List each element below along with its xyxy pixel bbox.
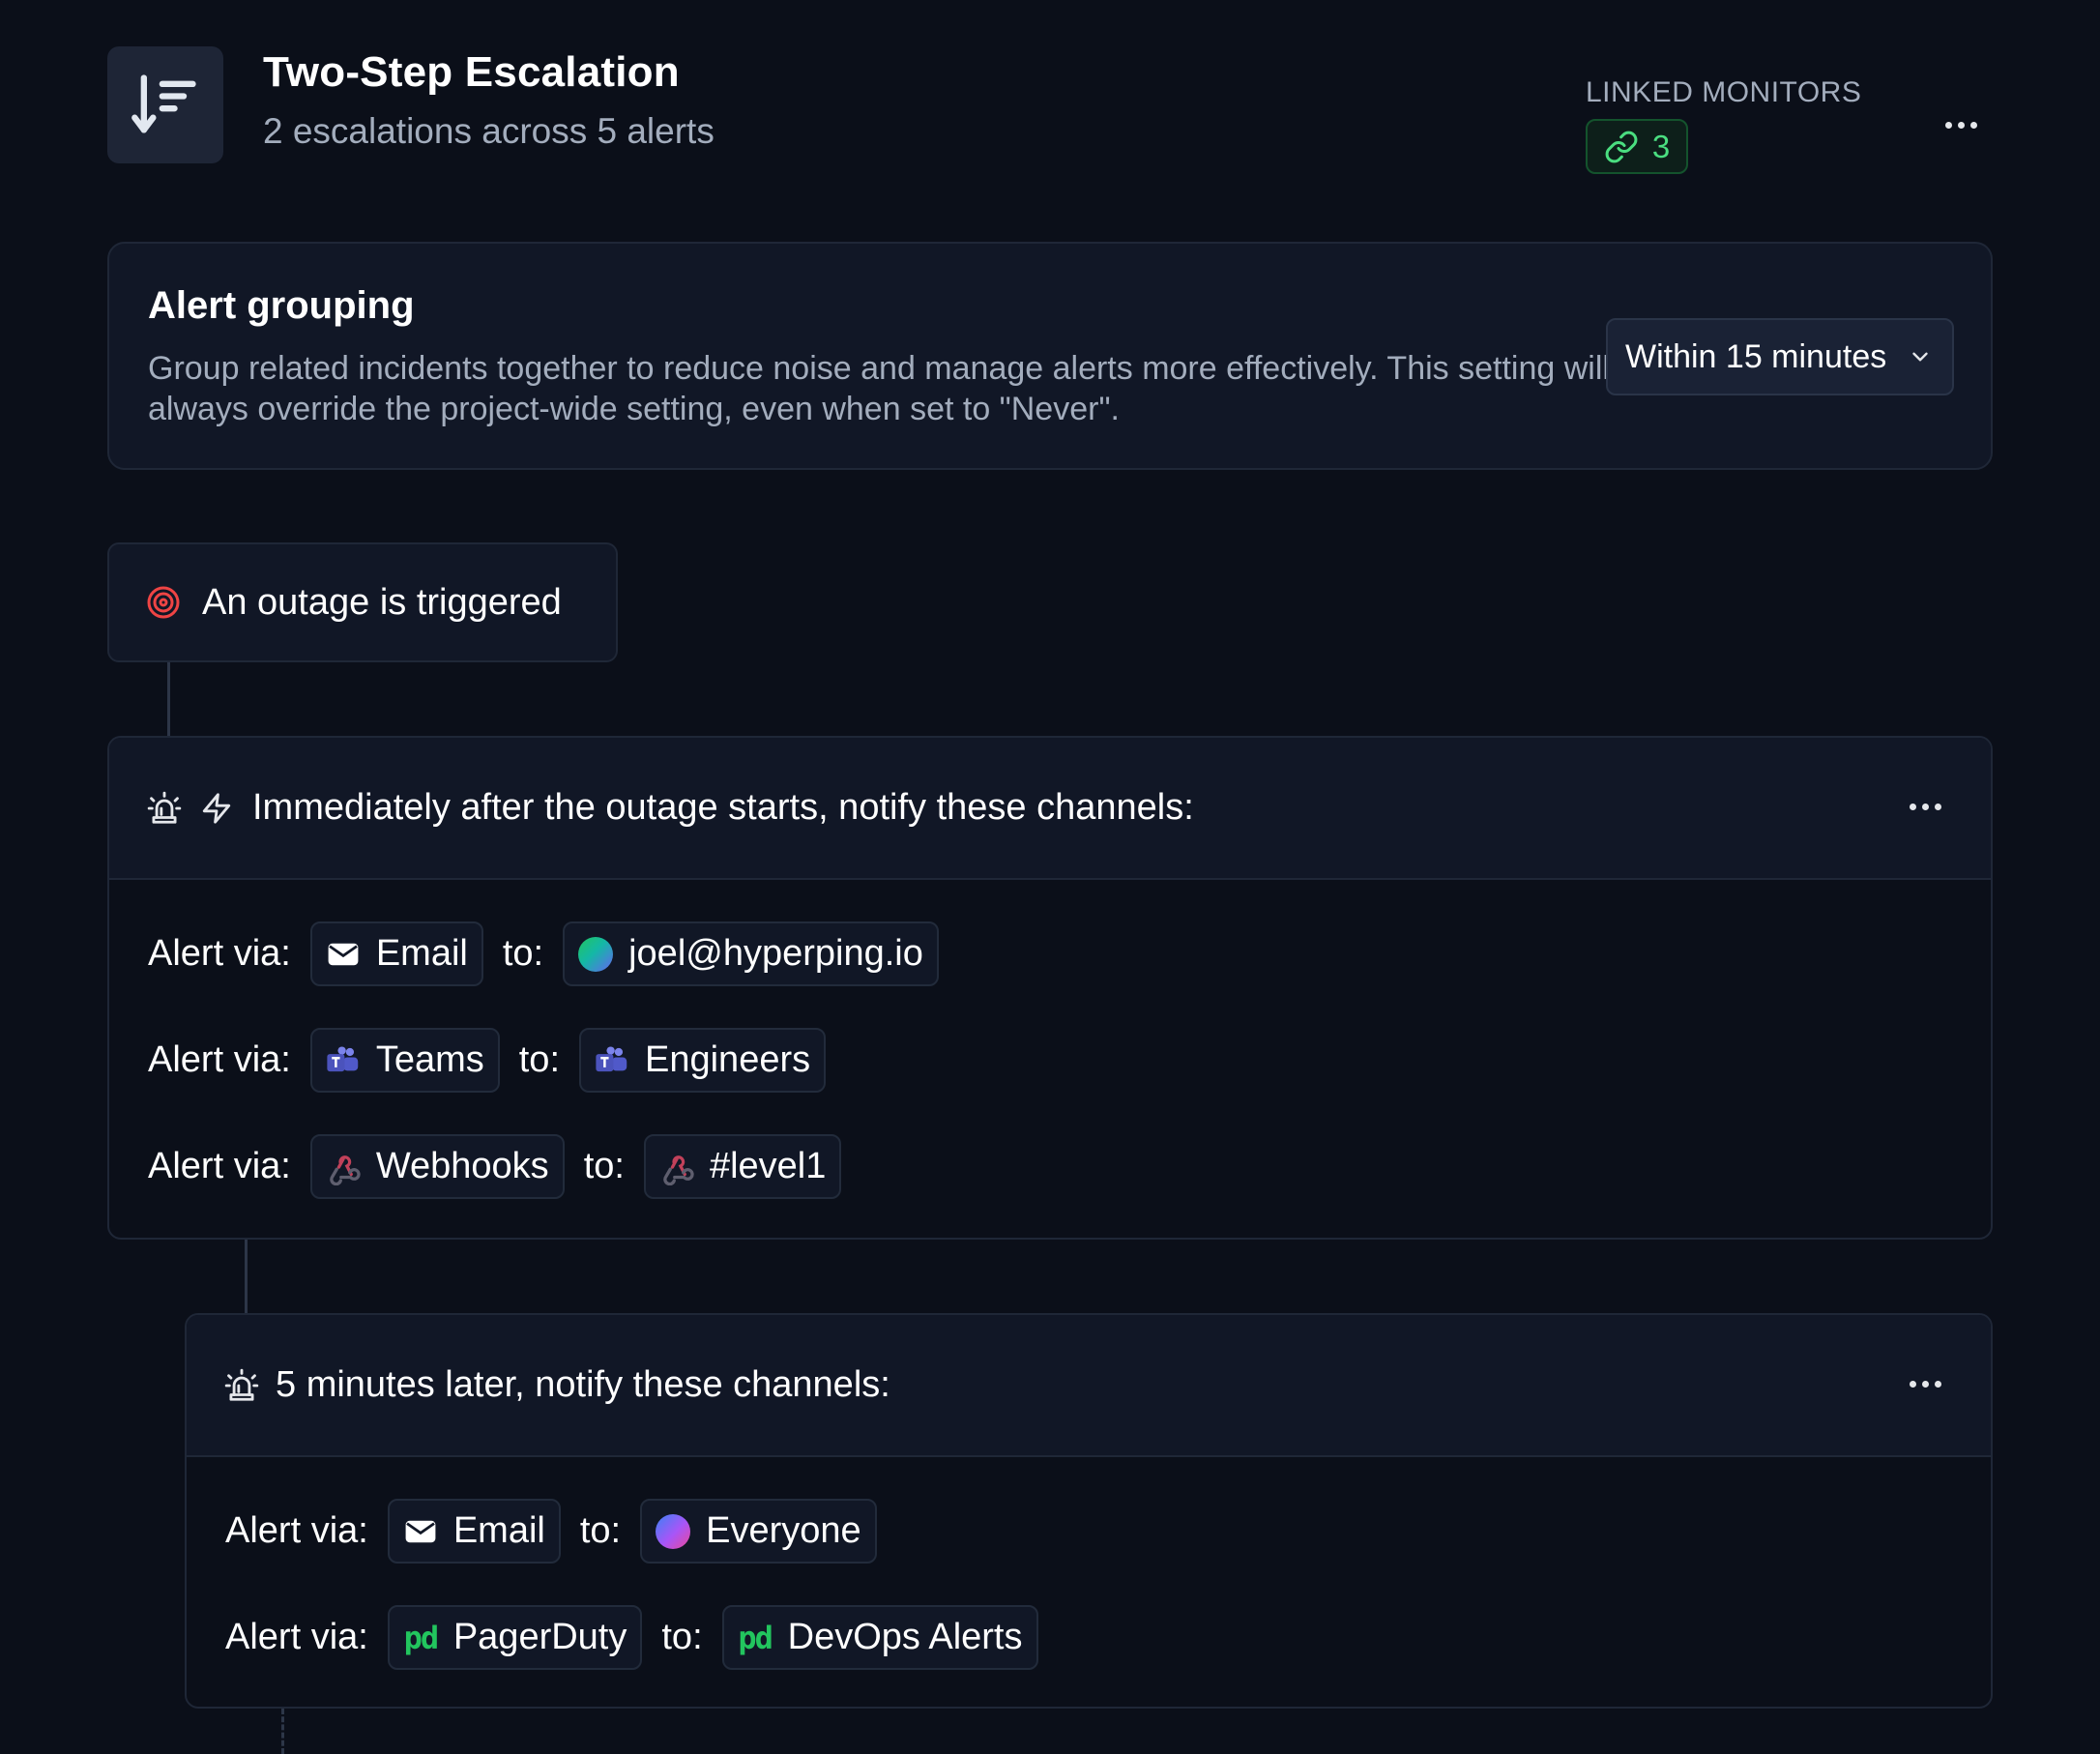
alert-via-label: Alert via: [225,1617,368,1657]
more-dot-icon [1922,804,1929,810]
page-title: Two-Step Escalation [263,48,680,96]
step-more-options-button[interactable] [1910,804,1941,810]
target-icon [146,585,181,620]
channel-chip-email[interactable]: Email [309,921,483,986]
to-label: to: [518,1039,560,1080]
more-dot-icon [1935,804,1941,810]
group-avatar-icon [656,1513,691,1549]
alert-grouping-select[interactable]: Within 15 minutes [1606,318,1954,395]
escalation-step-heading: 5 minutes later, notify these channels: [276,1364,890,1405]
alert-rule-row: Alert via: pd PagerDuty to: pd DevOps Al… [225,1605,1038,1670]
escalation-step-header: Immediately after the outage starts, not… [109,738,1991,880]
flow-connector-dashed [281,1709,284,1754]
outage-trigger: An outage is triggered [107,542,618,662]
to-label: to: [661,1617,703,1657]
channel-label: Email [452,1510,545,1551]
more-dot-icon [1922,1381,1929,1388]
escalation-policy-page: Two-Step Escalation 2 escalations across… [0,0,2100,1754]
webhook-icon [326,1150,361,1185]
target-chip[interactable]: joel@hyperping.io [563,921,939,986]
to-label: to: [579,1510,622,1551]
to-label: to: [583,1146,625,1186]
escalation-step-2: 5 minutes later, notify these channels: … [185,1313,1993,1709]
alert-grouping-selected-value: Within 15 minutes [1625,337,1887,375]
teams-icon [595,1043,629,1078]
alert-via-label: Alert via: [148,1146,291,1186]
flow-connector [245,1240,248,1313]
target-label: Everyone [706,1510,861,1551]
more-dot-icon [1945,122,1952,129]
target-label: DevOps Alerts [787,1617,1023,1657]
more-dot-icon [1910,1381,1916,1388]
target-chip[interactable]: pd DevOps Alerts [721,1605,1038,1670]
user-avatar-icon [578,936,614,972]
alert-via-label: Alert via: [148,1039,291,1080]
more-dot-icon [1910,804,1916,810]
alert-rule-row: Alert via: Email to: Everyone [225,1499,877,1564]
alert-rule-row: Alert via: Webhooks to: #level1 [148,1134,842,1199]
channel-label: Teams [375,1039,484,1080]
channel-chip-pagerduty[interactable]: pd PagerDuty [387,1605,643,1670]
sort-descending-icon [107,46,223,163]
to-label: to: [502,933,544,974]
chevron-down-icon [1908,344,1933,369]
channel-label: Webhooks [375,1146,549,1186]
linked-monitors-label: LINKED MONITORS [1586,76,1862,108]
policy-more-options-button[interactable] [1945,122,1977,129]
pagerduty-icon: pd [738,1619,773,1656]
linked-monitors-badge[interactable]: 3 [1586,119,1688,174]
channel-chip-webhooks[interactable]: Webhooks [309,1134,565,1199]
channel-label: PagerDuty [452,1617,627,1657]
siren-icon [223,1367,260,1404]
alert-via-label: Alert via: [148,933,291,974]
channel-chip-email[interactable]: Email [387,1499,561,1564]
target-chip[interactable]: #level1 [643,1134,842,1199]
siren-icon [146,790,183,827]
webhook-icon [659,1150,694,1185]
escalation-step-heading: Immediately after the outage starts, not… [252,787,1194,828]
mail-icon [403,1514,438,1549]
target-label: joel@hyperping.io [628,933,923,974]
escalation-step-1: Immediately after the outage starts, not… [107,736,1993,1240]
bolt-icon [200,792,233,825]
linked-monitors-count: 3 [1651,128,1671,164]
more-dot-icon [1970,122,1977,129]
channel-label: Email [375,933,468,974]
channel-chip-teams[interactable]: Teams [309,1028,500,1093]
alert-grouping-description: Group related incidents together to redu… [148,350,1610,427]
more-dot-icon [1935,1381,1941,1388]
more-dot-icon [1958,122,1965,129]
page-subtitle: 2 escalations across 5 alerts [263,111,715,151]
teams-icon [326,1043,361,1078]
link-icon [1604,130,1639,164]
step-more-options-button[interactable] [1910,1381,1941,1388]
mail-icon [326,937,361,972]
alert-grouping-card: Alert grouping Group related incidents t… [107,242,1993,470]
alert-rule-row: Alert via: Email to: joel@hyperping.io [148,921,939,986]
target-chip[interactable]: Engineers [579,1028,827,1093]
alert-grouping-title: Alert grouping [148,284,415,327]
target-label: #level1 [709,1146,827,1186]
pagerduty-icon: pd [403,1619,440,1656]
escalation-step-header: 5 minutes later, notify these channels: [187,1315,1991,1457]
target-label: Engineers [645,1039,811,1080]
flow-connector [167,662,170,736]
trigger-label: An outage is triggered [202,581,562,623]
alert-rule-row: Alert via: Teams to: Engineers [148,1028,827,1093]
target-chip[interactable]: Everyone [640,1499,877,1564]
alert-via-label: Alert via: [225,1510,368,1551]
